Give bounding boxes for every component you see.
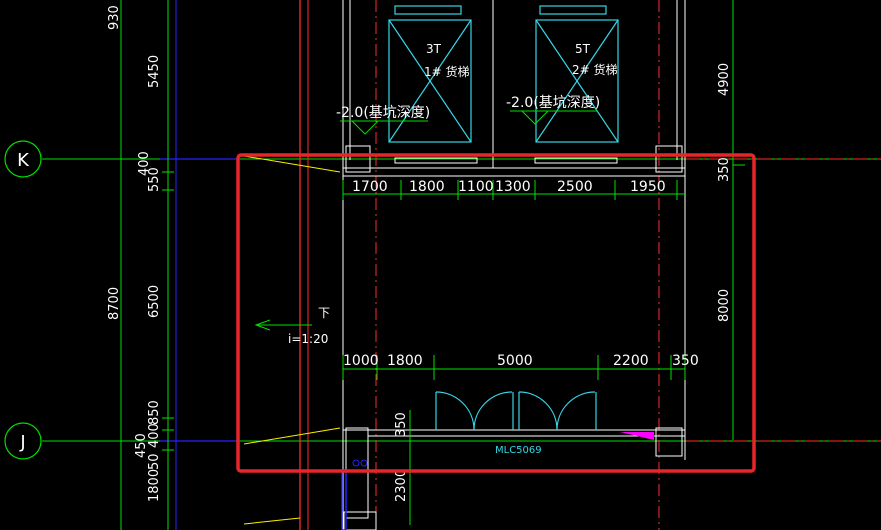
elevator-2-name: 2# 货梯 [572,62,618,77]
bottom-dim-2: 1800 [387,353,423,369]
vdim-4900: 4900 [717,63,732,96]
top-dim-3: 1100 [458,179,494,195]
left-ticks [115,158,174,451]
bottom-dim-1: 1000 [343,353,379,369]
top-dim-6: 1950 [630,179,666,195]
door-swings [435,391,597,431]
door-tag: MLC5069 [495,445,542,456]
ramp-slope: i=1:20 [288,332,328,346]
pit-depth-1: -2.0(基坑深度) [336,104,430,121]
axis-bubble-k[interactable]: K [4,140,42,178]
elevator-1-name: 1# 货梯 [424,64,470,79]
highlight-selection-box [236,153,756,473]
ramp-direction: 下 [318,306,330,320]
vdim-50: 50 [147,453,162,470]
vdim-350-inner: 350 [394,412,409,437]
vdim-8700: 8700 [107,287,122,320]
cad-drawing-canvas: 3T 1# 货梯 5T 2# 货梯 -2.0(基坑深度) -2.0(基坑深度) … [4,0,881,530]
vdim-550: 550 [147,167,162,192]
axis-j-label: J [19,432,25,453]
axis-k-label: K [17,150,30,171]
vdim-850: 850 [147,400,162,425]
vdim-930: 930 [107,5,122,30]
axis-bubble-j[interactable]: J [4,422,42,460]
top-dim-1: 1700 [352,179,388,195]
vdim-350-right: 350 [717,157,732,182]
bottom-dim-3: 5000 [497,353,533,369]
top-dim-2: 1800 [409,179,445,195]
elevator-2-code: 5T [575,42,591,56]
vdim-400-b: 400 [147,423,162,448]
blue-fixture-2 [360,459,368,467]
pit-depth-2: -2.0(基坑深度) [506,94,600,111]
vdim-8000: 8000 [717,289,732,322]
vdim-2300: 2300 [394,469,409,502]
ramp-arrow [254,319,312,331]
vdim-6500: 6500 [147,285,162,318]
vdim-1800: 1800 [147,469,162,502]
bottom-dim-4: 2200 [613,353,649,369]
bottom-dim-5: 350 [672,353,699,369]
blue-fixture-1 [352,459,360,467]
vdim-5450: 5450 [147,55,162,88]
elevator-1-code: 3T [426,42,442,56]
top-dim-5: 2500 [557,179,593,195]
top-dim-4: 1300 [495,179,531,195]
